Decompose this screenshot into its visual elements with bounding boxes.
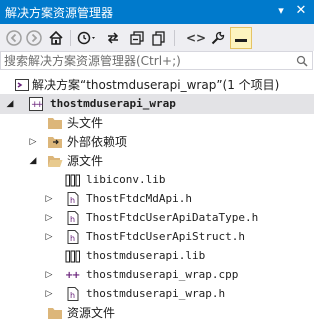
search-box	[0, 51, 313, 70]
tree-row-file[interactable]: libiconv.lib	[0, 170, 314, 190]
cpp-project-icon: + +	[28, 96, 44, 112]
close-icon[interactable]: ✕	[292, 2, 310, 20]
tree-row-file[interactable]: ▷ h thostmduserapi_wrap.h	[0, 284, 314, 304]
tree-item-label: thostmduserapi_wrap.h	[86, 287, 226, 300]
tree-row-file[interactable]: thostmduserapi.lib	[0, 246, 314, 266]
tree-item-label: thostmduserapi_wrap.cpp	[86, 268, 239, 281]
tree-item-label: thostmduserapi.lib	[86, 249, 206, 262]
toolbar-separator	[70, 30, 71, 46]
header-file-icon: h	[65, 286, 81, 302]
expanded-arrow-icon[interactable]: ◢	[5, 94, 15, 114]
preview-icon[interactable]	[230, 27, 252, 49]
folder-icon	[47, 305, 63, 321]
toolbar: <>	[0, 24, 314, 51]
cpp-file-icon: + +	[65, 267, 81, 283]
properties-icon[interactable]	[209, 28, 227, 48]
back-icon[interactable]	[6, 28, 22, 48]
search-input[interactable]	[4, 52, 284, 69]
folder-icon	[47, 115, 63, 131]
tree-row-header-files[interactable]: 头文件	[0, 113, 314, 133]
sync-icon[interactable]	[104, 28, 122, 48]
tree-item-label: 源文件	[67, 154, 104, 168]
svg-text:h: h	[70, 196, 75, 205]
collapsed-arrow-icon[interactable]: ▷	[44, 227, 54, 247]
home-icon[interactable]	[47, 28, 65, 48]
view-code-icon[interactable]: <>	[186, 28, 206, 48]
tree-row-external-deps[interactable]: ▷ 外部依赖项	[0, 132, 314, 152]
solution-label: 解决方案“thostmduserapi_wrap”(1 个项目)	[32, 78, 280, 92]
forward-icon[interactable]	[26, 28, 42, 48]
tree-row-file[interactable]: ▷ + + thostmduserapi_wrap.cpp	[0, 265, 314, 285]
project-label: thostmduserapi_wrap	[50, 97, 176, 110]
header-file-icon: h	[65, 191, 81, 207]
lib-file-icon	[65, 172, 81, 188]
tree-row-file[interactable]: ▷ h ThostFtdcUserApiDataType.h	[0, 208, 314, 228]
svg-text:h: h	[70, 234, 75, 243]
folder-open-icon	[47, 153, 63, 169]
svg-text:+: +	[72, 270, 80, 281]
tree-item-label: ThostFtdcUserApiDataType.h	[86, 211, 259, 224]
solution-icon	[14, 77, 30, 93]
tree-item-label: ThostFtdcMdApi.h	[86, 192, 192, 205]
collapsed-arrow-icon[interactable]: ▷	[44, 284, 54, 304]
tree-item-label: 头文件	[67, 116, 104, 130]
show-all-files-icon[interactable]	[150, 28, 168, 48]
tree-item-label: libiconv.lib	[86, 173, 166, 186]
header-file-icon: h	[65, 229, 81, 245]
tree-row-file[interactable]: ▷ h ThostFtdcMdApi.h	[0, 189, 314, 209]
tree-item-label: 资源文件	[67, 306, 116, 320]
collapsed-arrow-icon[interactable]: ▷	[44, 208, 54, 228]
toolbar-separator	[174, 30, 175, 46]
svg-text:+: +	[36, 100, 44, 110]
external-deps-icon	[47, 134, 63, 150]
tree-item-label: 外部依赖项	[67, 135, 128, 149]
collapsed-arrow-icon[interactable]: ▷	[44, 189, 54, 209]
collapsed-arrow-icon[interactable]: ▷	[44, 265, 54, 285]
pin-icon[interactable]: ▾	[272, 2, 290, 20]
collapsed-arrow-icon[interactable]: ▷	[28, 132, 38, 152]
svg-text:h: h	[70, 291, 75, 300]
tree-row-solution[interactable]: 解决方案“thostmduserapi_wrap”(1 个项目)	[0, 75, 314, 95]
expanded-arrow-icon[interactable]: ◢	[28, 151, 38, 171]
tree-row-resource-files[interactable]: 资源文件	[0, 303, 314, 323]
window-titlebar: 解决方案资源管理器 ▾ ✕	[0, 0, 314, 24]
window-title: 解决方案资源管理器	[5, 6, 114, 20]
tree-row-source-files[interactable]: ◢ 源文件	[0, 151, 314, 171]
tree-item-label: ThostFtdcUserApiStruct.h	[86, 230, 245, 243]
header-file-icon: h	[65, 210, 81, 226]
svg-text:h: h	[70, 215, 75, 224]
lib-file-icon	[65, 248, 81, 264]
history-icon[interactable]	[76, 28, 98, 48]
tree-row-file[interactable]: ▷ h ThostFtdcUserApiStruct.h	[0, 227, 314, 247]
collapse-all-icon[interactable]	[128, 28, 146, 48]
search-icon[interactable]	[296, 52, 308, 72]
tree-row-project[interactable]: ◢ + + thostmduserapi_wrap	[0, 94, 314, 114]
